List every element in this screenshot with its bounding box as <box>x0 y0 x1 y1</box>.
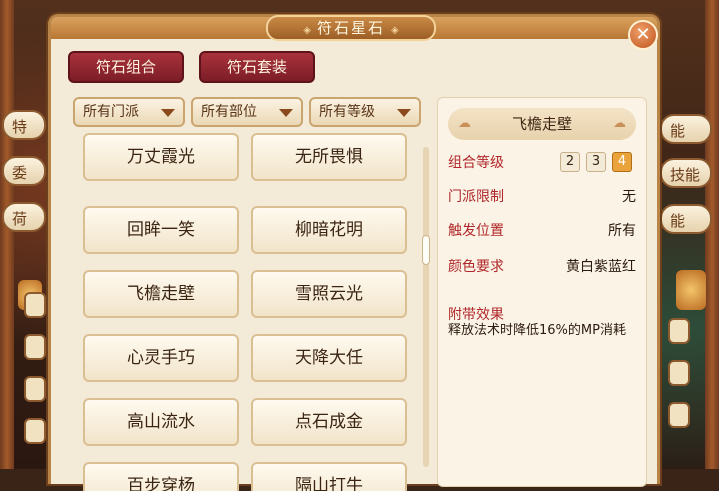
combo-item-label: 无所畏惧 <box>295 147 363 167</box>
side-tab-label: 能 <box>670 212 686 230</box>
side-chip[interactable] <box>24 292 46 318</box>
side-tab-left-2[interactable]: 委 <box>2 156 46 186</box>
side-chip[interactable] <box>24 418 46 444</box>
detail-row-color: 颜色要求 黄白紫蓝红 <box>448 256 636 278</box>
tab-rune-set[interactable]: 符石套装 <box>199 51 315 83</box>
level-option-4[interactable]: 4 <box>612 152 632 172</box>
level-option-2[interactable]: 2 <box>560 152 580 172</box>
ornament-icon: ◈ <box>391 25 399 36</box>
combo-item-label: 回眸一笑 <box>127 220 195 240</box>
rune-combo-dialog: ◈ 符石星石 ◈ ✕ 符石组合 符石套装 所有门派 所有部位 所有等级 万丈霞光 无… <box>48 14 660 491</box>
dropdown-arrow-icon <box>161 109 175 117</box>
side-tab-label: 技能 <box>670 166 701 184</box>
level-option-3[interactable]: 3 <box>586 152 606 172</box>
combo-item[interactable]: 心灵手巧 <box>83 334 239 382</box>
level-label: 组合等级 <box>448 155 504 171</box>
side-chip[interactable] <box>668 360 690 386</box>
tab-rune-combo[interactable]: 符石组合 <box>68 51 184 83</box>
combo-item[interactable]: 万丈霞光 <box>83 133 239 181</box>
combo-item[interactable]: 无所畏惧 <box>251 133 407 181</box>
combo-item[interactable]: 雪照云光 <box>251 270 407 318</box>
cloud-ornament-icon: ☁ <box>458 116 471 131</box>
combo-item[interactable]: 点石成金 <box>251 398 407 446</box>
tab-label: 符石组合 <box>95 58 156 76</box>
pillar-right <box>705 0 719 469</box>
detail-row-trigger: 触发位置 所有 <box>448 220 636 242</box>
color-label: 颜色要求 <box>448 259 504 275</box>
combo-item-label: 点石成金 <box>295 412 363 432</box>
combo-item[interactable]: 回眸一笑 <box>83 206 239 254</box>
side-chip[interactable] <box>24 334 46 360</box>
combo-item-label: 心灵手巧 <box>127 348 195 368</box>
dropdown-arrow-icon <box>397 109 411 117</box>
detail-title: 飞檐走壁 <box>511 115 572 133</box>
scrollbar-thumb[interactable] <box>422 235 430 265</box>
filter-label: 所有门派 <box>83 104 139 120</box>
filter-label: 所有等级 <box>319 104 375 120</box>
close-button[interactable]: ✕ <box>628 20 658 50</box>
close-icon: ✕ <box>635 24 651 45</box>
effect-label: 附带效果 <box>448 307 504 323</box>
tab-label: 符石套装 <box>226 58 287 76</box>
side-chip[interactable] <box>668 318 690 344</box>
combo-item-label: 隔山打牛 <box>295 476 363 491</box>
combo-item-label: 柳暗花明 <box>295 220 363 240</box>
combo-detail-panel: ☁ 飞檐走壁 ☁ 组合等级 2 3 4 门派限制 无 触发位置 所有 颜色要求 … <box>437 97 647 487</box>
combo-item-label: 万丈霞光 <box>127 147 195 167</box>
filter-school-dropdown[interactable]: 所有门派 <box>73 97 185 127</box>
side-tab-label: 委 <box>12 164 28 182</box>
school-value: 无 <box>622 189 636 205</box>
filter-level-dropdown[interactable]: 所有等级 <box>309 97 421 127</box>
trigger-value: 所有 <box>608 223 636 239</box>
detail-title-banner: ☁ 飞檐走壁 ☁ <box>448 108 636 140</box>
dialog-title-plate: ◈ 符石星石 ◈ <box>266 15 436 41</box>
side-chip[interactable] <box>668 402 690 428</box>
ornament-icon: ◈ <box>303 25 311 36</box>
detail-row-level: 组合等级 2 3 4 <box>448 152 636 174</box>
combo-item[interactable]: 柳暗花明 <box>251 206 407 254</box>
combo-item-label: 飞檐走壁 <box>127 284 195 304</box>
dropdown-arrow-icon <box>279 109 293 117</box>
side-tab-right-2[interactable]: 技能 <box>660 158 712 188</box>
school-label: 门派限制 <box>448 189 504 205</box>
combo-item-label: 百步穿杨 <box>127 476 195 491</box>
combo-list[interactable]: 万丈霞光 无所畏惧 回眸一笑 柳暗花明 飞檐走壁 雪照云光 心灵手巧 天降大任 … <box>73 131 421 491</box>
list-scrollbar[interactable] <box>422 147 430 467</box>
filter-label: 所有部位 <box>201 104 257 120</box>
combo-item[interactable]: 隔山打牛 <box>251 462 407 491</box>
combo-item-label: 天降大任 <box>295 348 363 368</box>
side-tab-left-3[interactable]: 荷 <box>2 202 46 232</box>
side-tab-right-3[interactable]: 能 <box>660 204 712 234</box>
side-tab-right-1[interactable]: 能 <box>660 114 712 144</box>
color-value: 黄白紫蓝红 <box>566 259 636 275</box>
effect-value: 释放法术时降低16%的MP消耗 <box>448 323 626 338</box>
combo-item-label: 高山流水 <box>127 412 195 432</box>
side-tab-label: 特 <box>12 118 28 136</box>
combo-item[interactable]: 高山流水 <box>83 398 239 446</box>
trigger-label: 触发位置 <box>448 223 504 239</box>
side-tab-label: 能 <box>670 122 686 140</box>
filter-slot-dropdown[interactable]: 所有部位 <box>191 97 303 127</box>
side-chip[interactable] <box>24 376 46 402</box>
combo-item[interactable]: 百步穿杨 <box>83 462 239 491</box>
detail-row-school: 门派限制 无 <box>448 186 636 208</box>
side-tab-label: 荷 <box>12 210 28 228</box>
combo-item-selected[interactable]: 飞檐走壁 <box>83 270 239 318</box>
combo-item-label: 雪照云光 <box>295 284 363 304</box>
side-tab-left-1[interactable]: 特 <box>2 110 46 140</box>
cloud-ornament-icon: ☁ <box>613 116 626 131</box>
combo-item[interactable]: 天降大任 <box>251 334 407 382</box>
dialog-title: 符石星石 <box>316 19 385 37</box>
pillar-left <box>0 0 14 469</box>
dialog-titlebar: ◈ 符石星石 ◈ <box>51 15 657 41</box>
lantern-decoration <box>676 270 706 310</box>
